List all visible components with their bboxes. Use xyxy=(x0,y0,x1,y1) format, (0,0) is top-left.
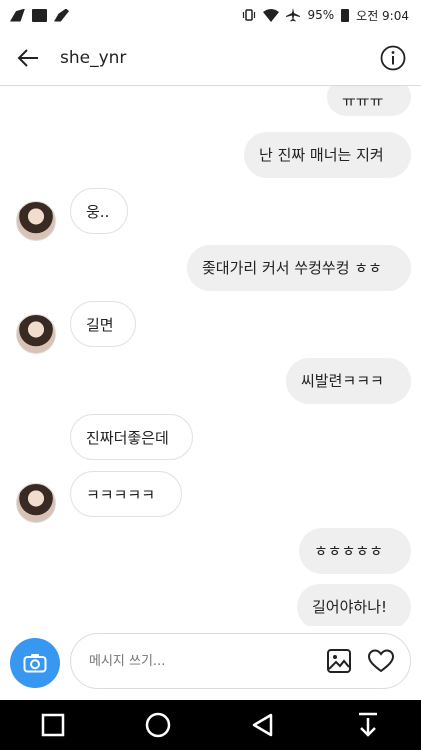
info-button[interactable] xyxy=(365,30,421,86)
message-sent[interactable]: 난 진짜 매너는 지켜 xyxy=(244,132,411,178)
message-input[interactable] xyxy=(87,652,318,670)
recents-button[interactable] xyxy=(23,700,83,750)
status-right: 95% 오전 9:04 xyxy=(242,7,409,24)
pen-notification-icon xyxy=(54,8,69,22)
message-list[interactable]: ㅠㅠㅠ 난 진짜 매너는 지켜 웅.. 좆대가리 커서 쑤컹쑤컹 ㅎㅎ 길면 씨… xyxy=(0,86,421,626)
dm-screen: 95% 오전 9:04 she_ynr ㅠㅠㅠ 난 진짜 매너는 지켜 웅.. … xyxy=(0,0,421,750)
image-icon xyxy=(327,649,351,673)
message-sent[interactable]: 길어야하나! xyxy=(297,584,411,626)
airplane-icon xyxy=(286,8,301,22)
chat-header: she_ynr xyxy=(0,30,421,86)
arrow-down-bar-icon xyxy=(359,712,378,737)
triangle-back-icon xyxy=(252,713,273,737)
back-nav-button[interactable] xyxy=(233,700,293,750)
message-sent[interactable]: ㅠㅠㅠ xyxy=(327,86,411,116)
hide-keyboard-button[interactable] xyxy=(338,700,398,750)
gallery-button[interactable] xyxy=(318,640,360,682)
chat-username[interactable]: she_ynr xyxy=(60,48,365,68)
square-icon xyxy=(41,713,64,737)
message-sent[interactable]: 좆대가리 커서 쑤컹쑤컹 ㅎㅎ xyxy=(187,245,411,291)
avatar[interactable] xyxy=(16,201,56,241)
message-composer xyxy=(70,633,411,689)
like-button[interactable] xyxy=(360,640,402,682)
broom-icon xyxy=(10,8,25,22)
circle-icon xyxy=(145,712,171,738)
avatar[interactable] xyxy=(16,483,56,523)
clock: 오전 9:04 xyxy=(356,8,409,23)
message-sent[interactable]: ㅎㅎㅎㅎㅎ xyxy=(299,528,411,574)
home-button[interactable] xyxy=(128,700,188,750)
message-sent[interactable]: 씨발련ㅋㅋㅋ xyxy=(286,358,411,404)
message-received[interactable]: ㅋㅋㅋㅋㅋ xyxy=(70,471,182,517)
message-received[interactable]: 길면 xyxy=(70,301,136,347)
wifi-icon xyxy=(263,8,280,22)
info-circle-icon xyxy=(380,45,406,70)
battery-icon xyxy=(341,8,350,22)
camera-button[interactable] xyxy=(10,638,60,688)
arrow-left-icon xyxy=(17,48,38,67)
message-received[interactable]: 진짜더좋은데 xyxy=(70,414,193,460)
back-button[interactable] xyxy=(0,30,56,86)
status-left xyxy=(10,8,69,22)
battery-percent: 95% xyxy=(307,8,335,22)
status-bar: 95% 오전 9:04 xyxy=(0,0,421,30)
vibrate-icon xyxy=(243,9,256,21)
camera-icon xyxy=(23,654,47,673)
message-received[interactable]: 웅.. xyxy=(70,188,128,234)
heart-icon xyxy=(367,649,395,673)
system-nav-bar xyxy=(0,700,421,750)
avatar[interactable] xyxy=(16,314,56,354)
gallery-notification-icon xyxy=(32,8,47,22)
